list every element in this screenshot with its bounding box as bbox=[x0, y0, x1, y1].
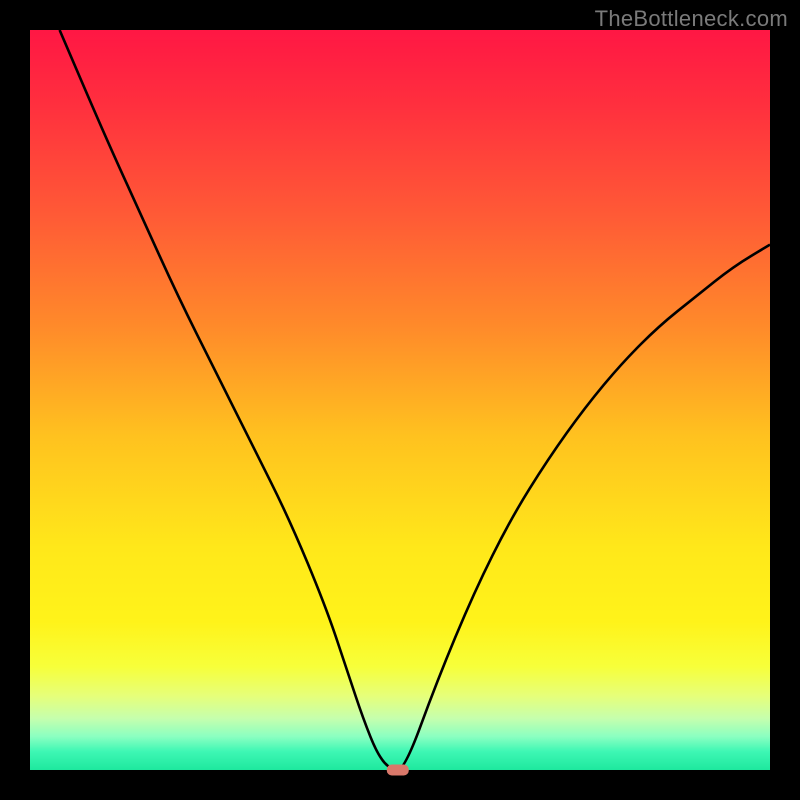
plot-background bbox=[30, 30, 770, 770]
watermark-label: TheBottleneck.com bbox=[595, 6, 788, 32]
chart-container: TheBottleneck.com bbox=[0, 0, 800, 800]
optimal-marker bbox=[387, 765, 409, 776]
bottleneck-chart bbox=[0, 0, 800, 800]
